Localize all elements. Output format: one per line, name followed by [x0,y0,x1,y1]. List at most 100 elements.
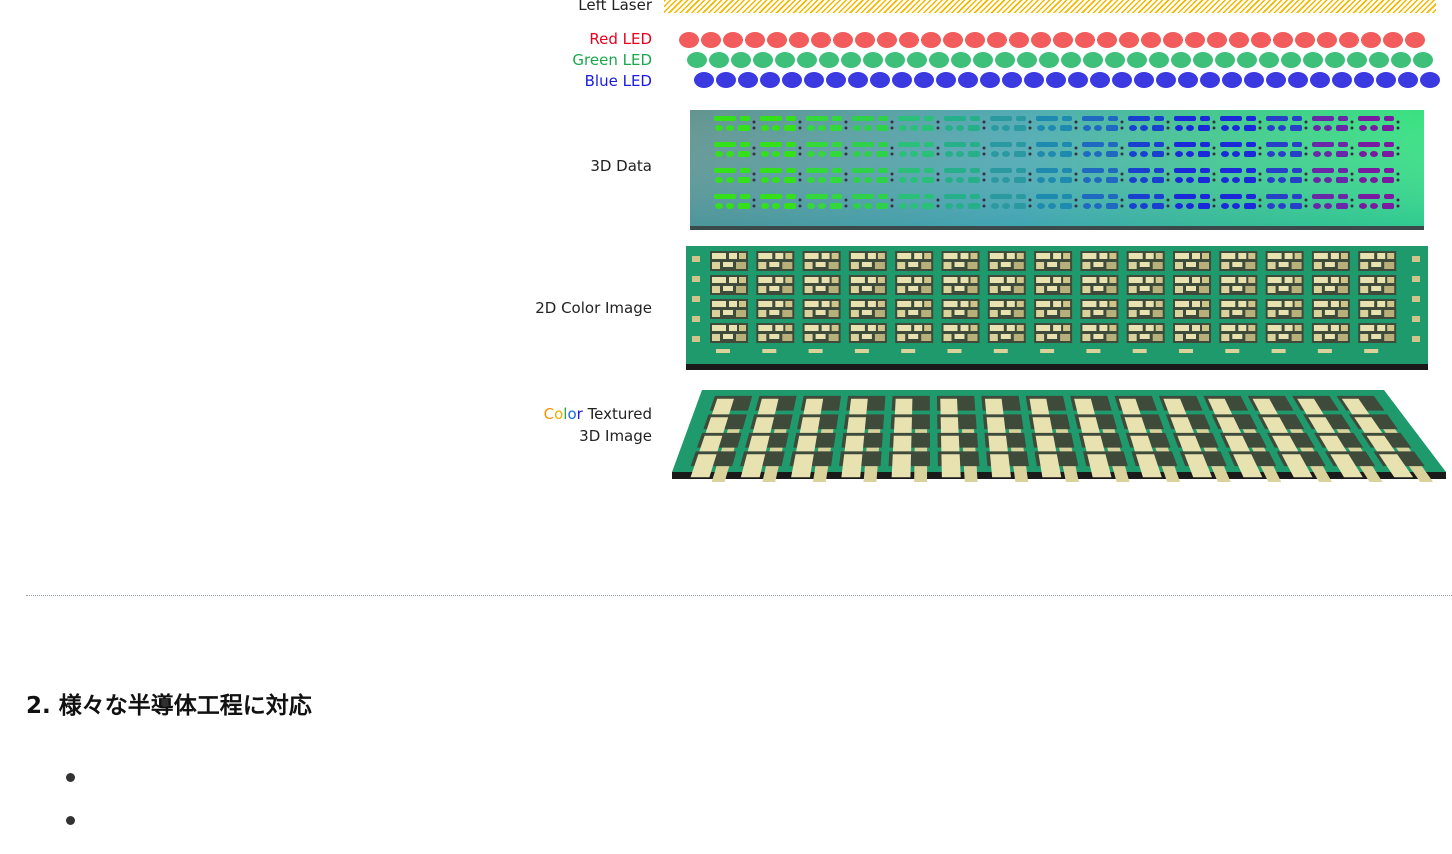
led-dot [885,52,905,68]
led-dot [709,52,729,68]
led-dot [1376,72,1396,88]
led-dot [899,32,919,48]
led-dot [1339,32,1359,48]
led-dot [943,32,963,48]
led-dot [1347,52,1367,68]
led-dot [694,72,714,88]
led-dot [1119,32,1139,48]
color-textured-3d-image [672,384,1452,507]
led-dot [1391,52,1411,68]
led-dot [767,32,787,48]
led-dot [1193,52,1213,68]
led-dot [1398,72,1418,88]
led-dot [1332,72,1352,88]
green-led-label: Green LED [572,51,652,69]
bullet-dot [66,816,75,825]
blue-led-row [694,72,1440,88]
blue-led-label: Blue LED [584,72,652,90]
red-led-label: Red LED [589,30,652,48]
led-dot [745,32,765,48]
led-dot [1303,52,1323,68]
led-dot [1325,52,1345,68]
led-dot [1244,72,1264,88]
led-dot [1163,32,1183,48]
led-dot [1310,72,1330,88]
led-dot [848,72,868,88]
led-dot [716,72,736,88]
2d-color-image [686,246,1428,370]
led-dot [863,52,883,68]
left-laser-bar [664,0,1436,13]
led-dot [833,32,853,48]
led-dot [1369,52,1389,68]
led-dot [870,72,890,88]
color-word-o2: o [567,405,577,423]
led-dot [1105,52,1125,68]
led-dot [1009,32,1029,48]
led-dot [929,52,949,68]
led-dot [1215,52,1235,68]
led-dot [1039,52,1059,68]
led-dot [914,72,934,88]
3d-data-image [690,110,1424,230]
led-dot [1046,72,1066,88]
led-dot [679,32,699,48]
led-dot [797,52,817,68]
led-dot [1354,72,1374,88]
led-dot [1171,52,1191,68]
led-dot [921,32,941,48]
led-dot [965,32,985,48]
section-title: 2. 様々な半導体工程に対応 [26,693,312,719]
led-dot [723,32,743,48]
led-dot [1061,52,1081,68]
led-dot [958,72,978,88]
red-led-row [679,32,1425,48]
led-dot [775,52,795,68]
led-dot [841,52,861,68]
section-divider [26,595,1452,596]
led-dot [1361,32,1381,48]
led-dot [936,72,956,88]
led-dot [892,72,912,88]
led-dot [701,32,721,48]
led-dot [1405,32,1425,48]
led-dot [987,32,1007,48]
led-dot [804,72,824,88]
led-dot [1002,72,1022,88]
color-textured-label: Color Textured 3D Image [544,403,652,447]
left-laser-label: Left Laser [578,0,652,14]
led-dot [1222,72,1242,88]
green-led-row [687,52,1433,68]
led-dot [1083,52,1103,68]
led-dot [1024,72,1044,88]
textured-word: Textured [582,405,652,423]
led-dot [731,52,751,68]
color-word-o1: o [554,405,564,423]
led-dot [1229,32,1249,48]
led-dot [1156,72,1176,88]
led-dot [1251,32,1271,48]
led-dot [1413,52,1433,68]
led-dot [907,52,927,68]
led-dot [1112,72,1132,88]
led-dot [1178,72,1198,88]
led-dot [1266,72,1286,88]
led-dot [687,52,707,68]
led-dot [1237,52,1257,68]
led-dot [1259,52,1279,68]
3d-data-label: 3D Data [590,157,652,175]
led-dot [1134,72,1154,88]
led-dot [1031,32,1051,48]
led-dot [951,52,971,68]
led-dot [1200,72,1220,88]
led-dot [1288,72,1308,88]
bullet-dot [66,773,75,782]
textured-line2: 3D Image [579,427,652,445]
led-dot [760,72,780,88]
led-dot [973,52,993,68]
led-dot [826,72,846,88]
led-dot [877,32,897,48]
led-dot [855,32,875,48]
led-dot [1317,32,1337,48]
led-dot [1127,52,1147,68]
